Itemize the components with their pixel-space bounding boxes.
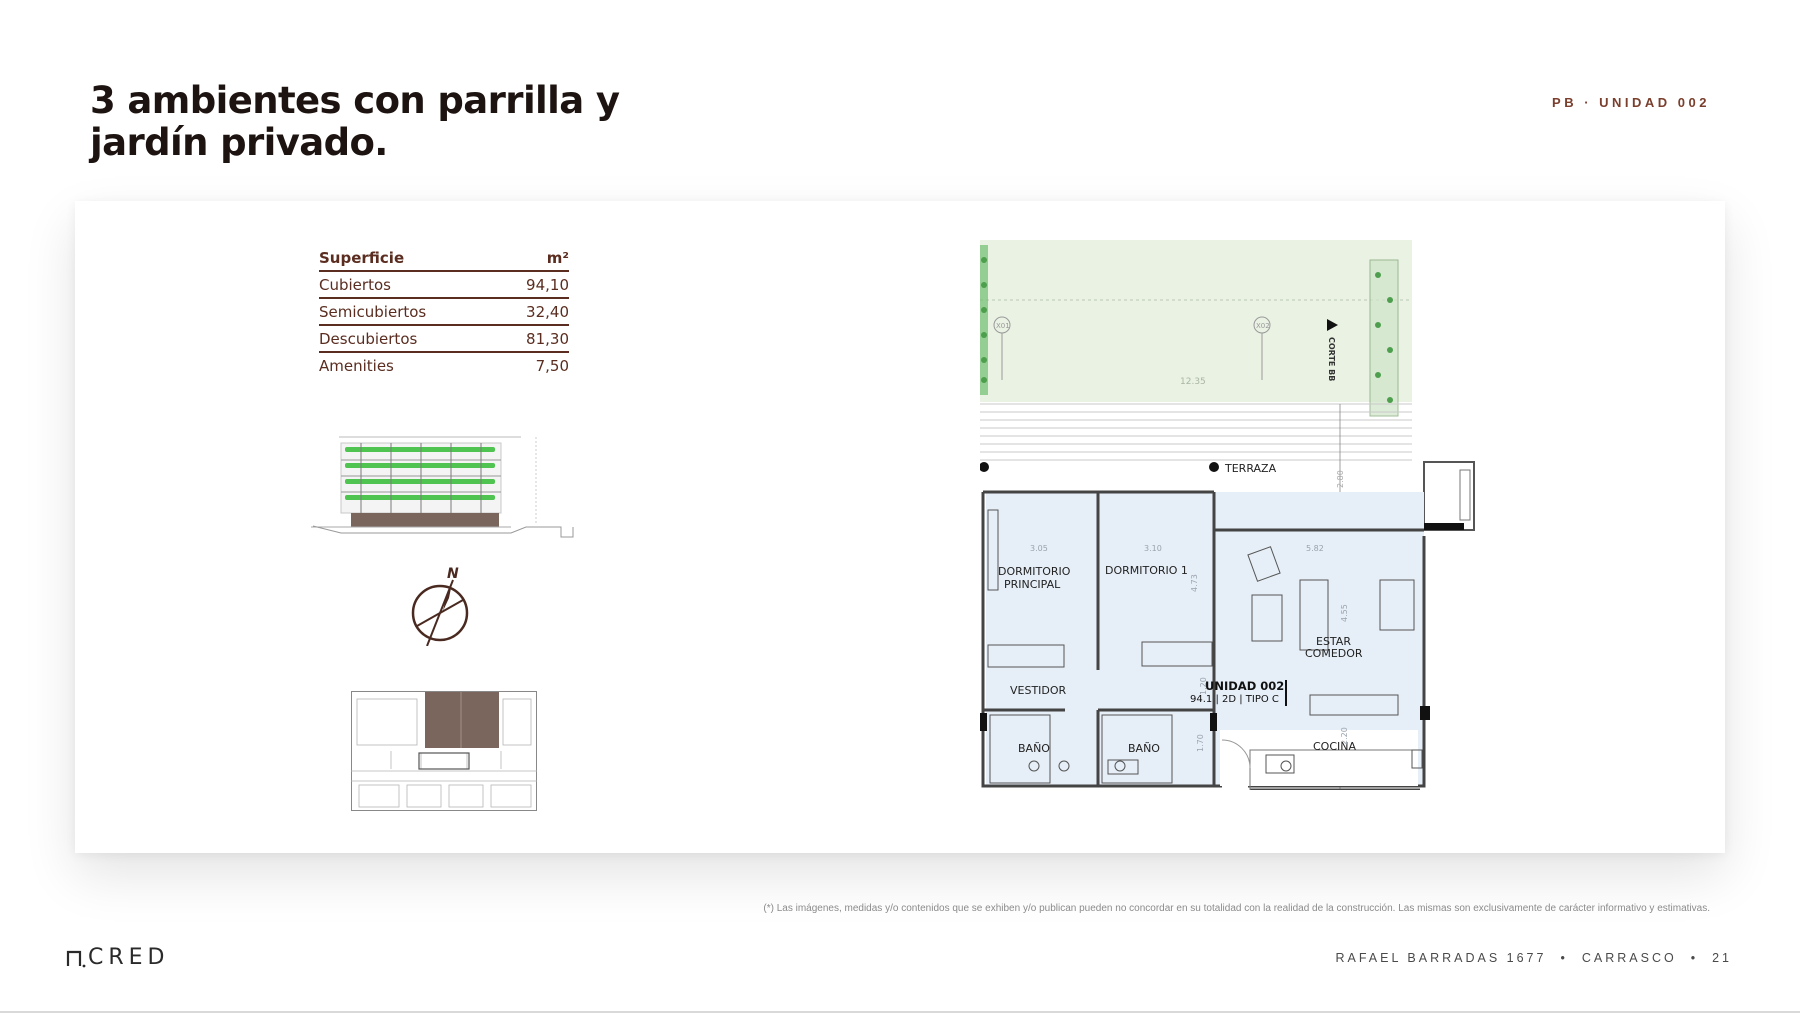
separator-dot-icon: • [1560, 951, 1568, 965]
area-row: Descubiertos 81,30 [319, 326, 569, 353]
axis-label: X02 [1256, 322, 1270, 330]
dimension-label: 12.35 [1180, 377, 1206, 387]
unit-label: UNIDAD 002 [1205, 679, 1284, 693]
dimension-label: 1.70 [1196, 734, 1205, 752]
page-number: 21 [1712, 951, 1732, 965]
area-row-label: Amenities [319, 357, 394, 375]
room-label-dormitorio-1: DORMITORIO 1 [1105, 564, 1188, 577]
area-row-value: 81,30 [526, 330, 569, 348]
area-row: Amenities 7,50 [319, 353, 569, 380]
building-elevation-image [311, 436, 574, 538]
area-row: Semicubiertos 32,40 [319, 299, 569, 326]
dimension-label: 2.80 [1336, 470, 1345, 488]
page-title: 3 ambientes con parrilla y jardín privad… [90, 79, 620, 164]
key-plan-image [351, 691, 537, 811]
dimension-label: 4.55 [1340, 604, 1349, 622]
room-label-bano: BAÑO [1128, 742, 1160, 755]
room-label-dormitorio-principal: PRINCIPAL [1004, 578, 1061, 591]
area-row-label: Semicubiertos [319, 303, 427, 321]
room-label-vestidor: VESTIDOR [1010, 684, 1067, 697]
axis-label: X01 [996, 322, 1010, 330]
unit-tag: PB · UNIDAD 002 [1552, 95, 1710, 110]
floor-plan-image: X01 X02 CORTE BB 12.35 TERRAZA 2.80 DORM… [980, 240, 1475, 790]
area-row-value: 7,50 [535, 357, 569, 375]
dimension-label: 2.20 [1340, 727, 1349, 745]
compass-icon: N [411, 566, 469, 646]
content-card: Superficie m² Cubiertos 94,10 Semicubier… [75, 201, 1725, 853]
area-row-value: 94,10 [526, 276, 569, 294]
area-table-header: Superficie m² [319, 247, 569, 272]
area-table: Superficie m² Cubiertos 94,10 Semicubier… [319, 247, 569, 380]
area-header-label: Superficie [319, 249, 405, 267]
room-label-cocina: COCINA [1313, 740, 1356, 753]
section-label: CORTE BB [1327, 337, 1336, 381]
separator-dot-icon: • [1690, 951, 1699, 965]
room-label-terraza: TERRAZA [1224, 462, 1277, 475]
area-row-label: Descubiertos [319, 330, 418, 348]
room-label-dormitorio-principal: DORMITORIO [998, 565, 1071, 578]
footer-address: RAFAEL BARRADAS 1677 [1335, 951, 1547, 965]
area-row-value: 32,40 [526, 303, 569, 321]
compass-north-label: N [447, 566, 459, 582]
area-header-unit: m² [546, 249, 569, 267]
dimension-label: 3.10 [1144, 544, 1162, 553]
footer-location: RAFAEL BARRADAS 1677 • CARRASCO • 21 [1335, 951, 1732, 965]
brand-logo-icon [66, 950, 86, 968]
room-label-bano: BAÑO [1018, 742, 1050, 755]
dimension-label: 5.82 [1306, 544, 1324, 553]
area-row-label: Cubiertos [319, 276, 391, 294]
footer-neighborhood: CARRASCO [1581, 951, 1677, 965]
room-label-estar: COMEDOR [1305, 647, 1363, 660]
dimension-label: 4.73 [1190, 574, 1199, 592]
dimension-label: 1.20 [1199, 677, 1208, 695]
area-row: Cubiertos 94,10 [319, 272, 569, 299]
disclaimer: (*) Las imágenes, medidas y/o contenidos… [763, 903, 1710, 914]
brand-logo: CRED [88, 945, 170, 970]
dimension-label: 3.05 [1030, 544, 1048, 553]
